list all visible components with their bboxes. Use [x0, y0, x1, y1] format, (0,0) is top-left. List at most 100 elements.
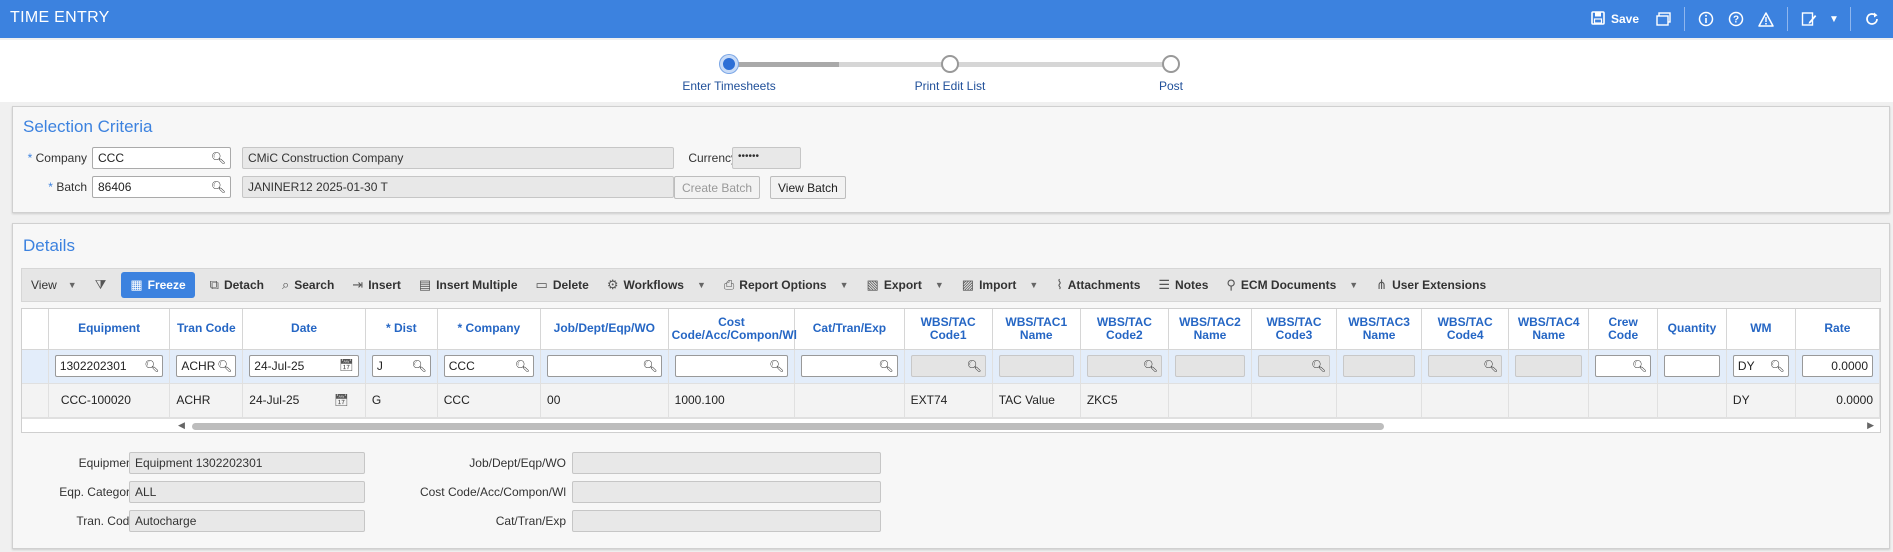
- insert-multiple-icon: ▤: [418, 277, 432, 292]
- search-icon[interactable]: 🔍︎: [211, 151, 226, 165]
- wizard-step-print-edit-list[interactable]: [941, 55, 959, 73]
- save-button[interactable]: Save: [1584, 6, 1646, 32]
- chevron-down-icon[interactable]: ▼: [1826, 6, 1842, 32]
- horizontal-scrollbar[interactable]: ◀ ▶: [22, 417, 1880, 432]
- search-icon[interactable]: 🔍︎: [144, 359, 159, 373]
- column-header[interactable]: WBS/TAC Code2: [1080, 309, 1169, 350]
- search-icon[interactable]: 🔍︎: [217, 359, 232, 373]
- column-header[interactable]: Cost Code/Acc/Compon/Wl: [668, 309, 797, 350]
- search-button[interactable]: ⌕ Search: [273, 272, 343, 298]
- column-header[interactable]: Date: [242, 309, 366, 350]
- column-header[interactable]: * Dist: [365, 309, 438, 350]
- freeze-button[interactable]: ▦ Freeze: [121, 272, 195, 298]
- column-header[interactable]: Job/Dept/Eqp/WO: [540, 309, 669, 350]
- report-options-menu[interactable]: ⎙ Report Options ▼: [715, 272, 858, 298]
- column-header[interactable]: WBS/TAC1 Name: [992, 309, 1081, 350]
- column-header[interactable]: Tran Code: [169, 309, 244, 350]
- date-input[interactable]: 24-Jul-25 📅︎: [249, 355, 359, 377]
- wbs-code3-input[interactable]: 🔍︎: [1257, 355, 1331, 377]
- search-icon[interactable]: 🔍︎: [1770, 359, 1785, 373]
- toolbar-divider: [1684, 7, 1685, 31]
- quantity-input[interactable]: [1664, 355, 1720, 377]
- company-cell-input[interactable]: CCC 🔍︎: [443, 355, 535, 377]
- column-header[interactable]: WBS/TAC Code3: [1251, 309, 1338, 350]
- rate-input[interactable]: 0.0000: [1801, 355, 1873, 377]
- search-icon[interactable]: 🔍︎: [1143, 359, 1158, 373]
- company-input[interactable]: CCC 🔍︎: [92, 147, 231, 169]
- info-icon[interactable]: [1693, 6, 1719, 32]
- column-header[interactable]: * Company: [437, 309, 542, 350]
- wizard-step-enter-timesheets[interactable]: [720, 55, 738, 73]
- notes-button[interactable]: ☰ Notes: [1149, 272, 1217, 298]
- cost-code-input[interactable]: 🔍︎: [674, 355, 789, 377]
- search-icon[interactable]: 🔍︎: [966, 359, 981, 373]
- search-icon[interactable]: 🔍︎: [211, 180, 226, 194]
- wizard-step-label[interactable]: Enter Timesheets: [649, 79, 809, 93]
- wm-input[interactable]: DY 🔍︎: [1732, 355, 1789, 377]
- delete-button[interactable]: ▭ Delete: [527, 272, 598, 298]
- row-selector[interactable]: [22, 383, 49, 418]
- insert-button[interactable]: ⇥ Insert: [343, 272, 410, 298]
- create-batch-button[interactable]: Create Batch: [674, 176, 761, 199]
- table-row-edit[interactable]: 1302202301 🔍︎ ACHR 🔍︎ 24-Jul-25 📅︎ J 🔍︎ CCC 🔍…: [22, 349, 1881, 384]
- column-header[interactable]: WBS/TAC2 Name: [1168, 309, 1252, 350]
- warning-icon[interactable]: [1753, 6, 1779, 32]
- scroll-left-icon[interactable]: ◀: [178, 420, 185, 431]
- equipment-cell: CCC-100020: [48, 383, 171, 418]
- ecm-documents-menu[interactable]: ⚲ ECM Documents ▼: [1217, 272, 1367, 298]
- search-icon[interactable]: 🔍︎: [642, 359, 657, 373]
- column-header[interactable]: WM: [1726, 309, 1796, 350]
- column-header[interactable]: Cat/Tran/Exp: [794, 309, 905, 350]
- insert-multiple-button[interactable]: ▤ Insert Multiple: [410, 272, 527, 298]
- search-icon[interactable]: 🔍︎: [412, 359, 427, 373]
- column-header[interactable]: Crew Code: [1588, 309, 1659, 350]
- tran-code-input[interactable]: ACHR 🔍︎: [176, 355, 237, 377]
- view-menu[interactable]: View ▼: [22, 272, 86, 298]
- column-header[interactable]: WBS/TAC Code1: [904, 309, 993, 350]
- wizard-step-label[interactable]: Post: [1091, 79, 1251, 93]
- import-menu[interactable]: ▨ Import ▼: [953, 272, 1048, 298]
- refresh-icon[interactable]: [1859, 6, 1885, 32]
- attachments-button[interactable]: ⌇ Attachments: [1047, 272, 1149, 298]
- column-header[interactable]: WBS/TAC Code4: [1421, 309, 1510, 350]
- row-selector[interactable]: [22, 349, 49, 384]
- column-header[interactable]: WBS/TAC4 Name: [1508, 309, 1590, 350]
- dist-input[interactable]: J 🔍︎: [371, 355, 431, 377]
- column-header[interactable]: Equipment: [48, 309, 171, 350]
- equipment-input[interactable]: 1302202301 🔍︎: [54, 355, 164, 377]
- calendar-icon[interactable]: 📅︎: [339, 358, 354, 372]
- table-row[interactable]: CCC-100020 ACHR 24-Jul-25 📅︎ G CCC 00 100…: [22, 383, 1881, 418]
- notes-icon: ☰: [1158, 277, 1171, 292]
- cat-input[interactable]: 🔍︎: [801, 355, 898, 377]
- filter-button[interactable]: ⧩: [86, 272, 116, 298]
- export-menu[interactable]: ▧ Export ▼: [858, 272, 953, 298]
- search-icon[interactable]: 🔍︎: [769, 359, 784, 373]
- column-header[interactable]: WBS/TAC3 Name: [1336, 309, 1423, 350]
- help-icon[interactable]: ?: [1723, 6, 1749, 32]
- wbs2-name-cell: [1168, 383, 1252, 418]
- user-extensions-button[interactable]: ⋔ User Extensions: [1367, 272, 1495, 298]
- window-icon[interactable]: [1650, 6, 1676, 32]
- search-icon[interactable]: 🔍︎: [515, 359, 530, 373]
- column-header[interactable]: Quantity: [1657, 309, 1727, 350]
- view-batch-button[interactable]: View Batch: [770, 176, 846, 199]
- workflows-menu[interactable]: ⚙ Workflows ▼: [598, 272, 715, 298]
- scrollbar-thumb[interactable]: [192, 422, 1384, 430]
- wizard-step-label[interactable]: Print Edit List: [870, 79, 1030, 93]
- job-input[interactable]: 🔍︎: [547, 355, 662, 377]
- crew-code-input[interactable]: 🔍︎: [1595, 355, 1652, 377]
- scroll-right-icon[interactable]: ▶: [1867, 420, 1874, 431]
- search-icon[interactable]: 🔍︎: [1311, 359, 1326, 373]
- search-icon[interactable]: 🔍︎: [878, 359, 893, 373]
- edit-icon[interactable]: [1796, 6, 1822, 32]
- dist-cell: G: [365, 383, 438, 418]
- wbs-code1-input[interactable]: 🔍︎: [910, 355, 986, 377]
- detach-button[interactable]: ⧉ Detach: [201, 272, 273, 298]
- batch-input[interactable]: 86406 🔍︎: [92, 176, 231, 198]
- column-header[interactable]: Rate: [1795, 309, 1881, 350]
- search-icon[interactable]: 🔍︎: [1632, 359, 1647, 373]
- wbs-code4-input[interactable]: 🔍︎: [1428, 355, 1503, 377]
- wizard-step-post[interactable]: [1162, 55, 1180, 73]
- wbs-code2-input[interactable]: 🔍︎: [1086, 355, 1162, 377]
- search-icon[interactable]: 🔍︎: [1483, 359, 1498, 373]
